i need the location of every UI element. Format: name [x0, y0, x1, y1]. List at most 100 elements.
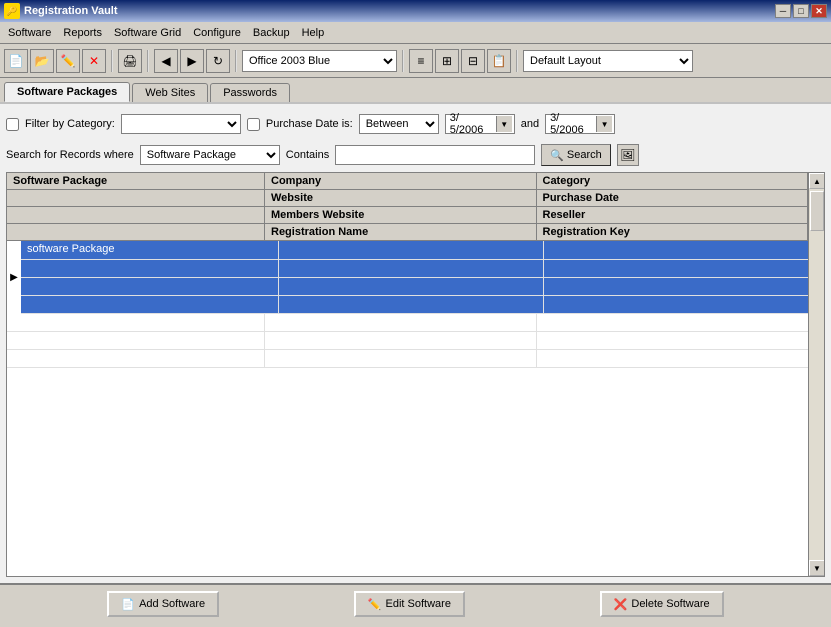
col-members-website: Members Website: [265, 207, 537, 223]
menu-help[interactable]: Help: [296, 25, 331, 41]
scroll-up-button[interactable]: ▲: [809, 173, 825, 189]
cell-purchase-date: [544, 260, 808, 277]
menu-software[interactable]: Software: [2, 25, 57, 41]
date-to-dropdown[interactable]: ▼: [596, 116, 612, 132]
col-empty-1: [7, 190, 265, 206]
cell-website: [279, 260, 544, 277]
tab-web-sites[interactable]: Web Sites: [132, 83, 208, 102]
purchase-date-checkbox[interactable]: [247, 118, 260, 131]
scroll-track[interactable]: [809, 189, 825, 560]
col-category: Category: [537, 173, 809, 189]
grid-empty-row-3: [7, 350, 808, 368]
bottom-bar: 📄 Add Software ✏️ Edit Software ❌ Delete…: [0, 583, 831, 623]
menu-software-grid[interactable]: Software Grid: [108, 25, 187, 41]
col-reseller: Reseller: [537, 207, 809, 223]
grid-view-2[interactable]: ⊞: [435, 49, 459, 73]
search-icon: 🔍: [550, 149, 564, 162]
forward-button[interactable]: ▶: [180, 49, 204, 73]
tab-passwords[interactable]: Passwords: [210, 83, 290, 102]
menu-configure[interactable]: Configure: [187, 25, 247, 41]
purchase-date-label: Purchase Date is:: [266, 118, 353, 130]
cell-reg-name: [279, 296, 544, 313]
col-purchase-date: Purchase Date: [537, 190, 809, 206]
minimize-button[interactable]: ─: [775, 4, 791, 18]
grid-header-row-1: Software Package Company Category: [7, 173, 824, 190]
print-button[interactable]: 🖨: [118, 49, 142, 73]
cell-empty-2: [21, 260, 279, 278]
toolbar: 📄 📂 ✏️ ✕ 🖨 ◀ ▶ ↻ Office 2003 Blue Defaul…: [0, 44, 831, 78]
row-indicator: ▶: [7, 241, 21, 314]
toolbar-sep-2: [147, 50, 149, 72]
vertical-scrollbar[interactable]: ▲ ▼: [808, 173, 824, 576]
contains-label: Contains: [286, 149, 329, 161]
add-software-button[interactable]: 📄 Add Software: [107, 591, 219, 617]
date-from-input[interactable]: 3/ 5/2006 ▼: [445, 114, 515, 134]
scroll-down-button[interactable]: ▼: [809, 560, 825, 576]
theme-select[interactable]: Office 2003 Blue Default Dark: [242, 50, 397, 72]
cell-reg-key: [544, 296, 808, 313]
grid-view-1[interactable]: ≡: [409, 49, 433, 73]
back-button[interactable]: ◀: [154, 49, 178, 73]
col-website: Website: [265, 190, 537, 206]
date-from-dropdown[interactable]: ▼: [496, 116, 512, 132]
search-field-select[interactable]: Software Package Company Category Websit…: [140, 145, 280, 165]
toolbar-sep-1: [111, 50, 113, 72]
cell-reseller: [544, 278, 808, 295]
search-button[interactable]: 🔍 Search: [541, 144, 611, 166]
grid-row-selected-3[interactable]: [21, 278, 808, 296]
filter-by-category-checkbox[interactable]: [6, 118, 19, 131]
col-company: Company: [265, 173, 537, 189]
delete-software-button[interactable]: ❌ Delete Software: [600, 591, 724, 617]
filter-by-category-label: Filter by Category:: [25, 118, 115, 130]
col-registration-key: Registration Key: [537, 224, 809, 240]
add-software-icon: 📄: [121, 598, 135, 611]
refresh-button[interactable]: ↻: [206, 49, 230, 73]
restore-button[interactable]: □: [793, 4, 809, 18]
main-content: Filter by Category: Office Development U…: [0, 104, 831, 583]
delete-toolbar-button[interactable]: ✕: [82, 49, 106, 73]
grid-header-row-3: Members Website Reseller: [7, 207, 824, 224]
grid-header-row-2: Website Purchase Date: [7, 190, 824, 207]
date-to-input[interactable]: 3/ 5/2006 ▼: [545, 114, 615, 134]
edit-toolbar-button[interactable]: ✏️: [56, 49, 80, 73]
col-registration-name: Registration Name: [265, 224, 537, 240]
grid-view-4[interactable]: 📋: [487, 49, 511, 73]
tab-software-packages[interactable]: Software Packages: [4, 82, 130, 102]
scroll-thumb[interactable]: [810, 191, 824, 231]
toolbar-sep-3: [235, 50, 237, 72]
cell-empty-3: [21, 278, 279, 296]
titlebar-buttons: ─ □ ✕: [775, 4, 827, 18]
and-label: and: [521, 118, 539, 130]
between-select[interactable]: Between Before After: [359, 114, 439, 134]
grid-data-row[interactable]: ▶ software Package: [7, 241, 808, 314]
edit-software-button[interactable]: ✏️ Edit Software: [354, 591, 465, 617]
edit-software-icon: ✏️: [368, 598, 382, 611]
app-title: Registration Vault: [24, 5, 775, 17]
grid-body[interactable]: ▶ software Package: [7, 241, 824, 576]
cell-software-name: software Package: [21, 241, 279, 259]
grid-row-selected-1[interactable]: software Package: [21, 241, 808, 260]
app-icon: 🔑: [4, 3, 20, 19]
search-input[interactable]: [335, 145, 535, 165]
open-button[interactable]: 📂: [30, 49, 54, 73]
close-button[interactable]: ✕: [811, 4, 827, 18]
grid-empty-row-2: [7, 332, 808, 350]
menu-backup[interactable]: Backup: [247, 25, 296, 41]
grid-empty-row-1: [7, 314, 808, 332]
search-row: Search for Records where Software Packag…: [6, 142, 825, 168]
cell-category: [544, 241, 808, 259]
cell-members-website: [279, 278, 544, 295]
grid-row-selected-2[interactable]: [21, 260, 808, 278]
data-grid: Software Package Company Category Websit…: [6, 172, 825, 577]
search-for-label: Search for Records where: [6, 149, 134, 161]
cell-empty-4: [21, 296, 279, 314]
grid-row-selected-4[interactable]: [21, 296, 808, 314]
menu-reports[interactable]: Reports: [57, 25, 108, 41]
grid-view-3[interactable]: ⊟: [461, 49, 485, 73]
new-button[interactable]: 📄: [4, 49, 28, 73]
category-select[interactable]: Office Development Utilities: [121, 114, 241, 134]
search-extra-button[interactable]: 🖼: [617, 144, 639, 166]
cell-company: [279, 241, 544, 259]
col-empty-3: [7, 224, 265, 240]
layout-select[interactable]: Default Layout Compact Layout: [523, 50, 693, 72]
